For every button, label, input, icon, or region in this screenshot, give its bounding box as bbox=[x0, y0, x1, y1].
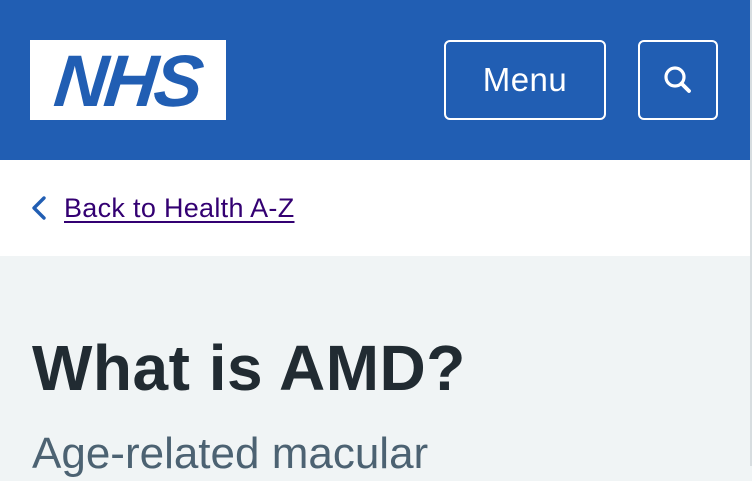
breadcrumb: Back to Health A-Z bbox=[0, 160, 750, 256]
page-subtitle: Age-related macular bbox=[32, 429, 429, 478]
nhs-logo-text: NHS bbox=[51, 40, 205, 121]
back-link[interactable]: Back to Health A-Z bbox=[30, 188, 295, 228]
menu-button[interactable]: Menu bbox=[444, 40, 606, 120]
main-content: What is AMD? Age-related macular bbox=[0, 256, 750, 478]
chevron-left-icon bbox=[30, 195, 48, 221]
menu-button-label: Menu bbox=[482, 61, 568, 98]
search-button[interactable] bbox=[638, 40, 718, 120]
site-header: NHS Menu bbox=[0, 0, 752, 160]
page-title: What is AMD? bbox=[32, 332, 466, 404]
back-link-label: Back to Health A-Z bbox=[64, 192, 295, 223]
nhs-logo[interactable]: NHS bbox=[30, 40, 226, 120]
search-icon bbox=[662, 64, 694, 96]
